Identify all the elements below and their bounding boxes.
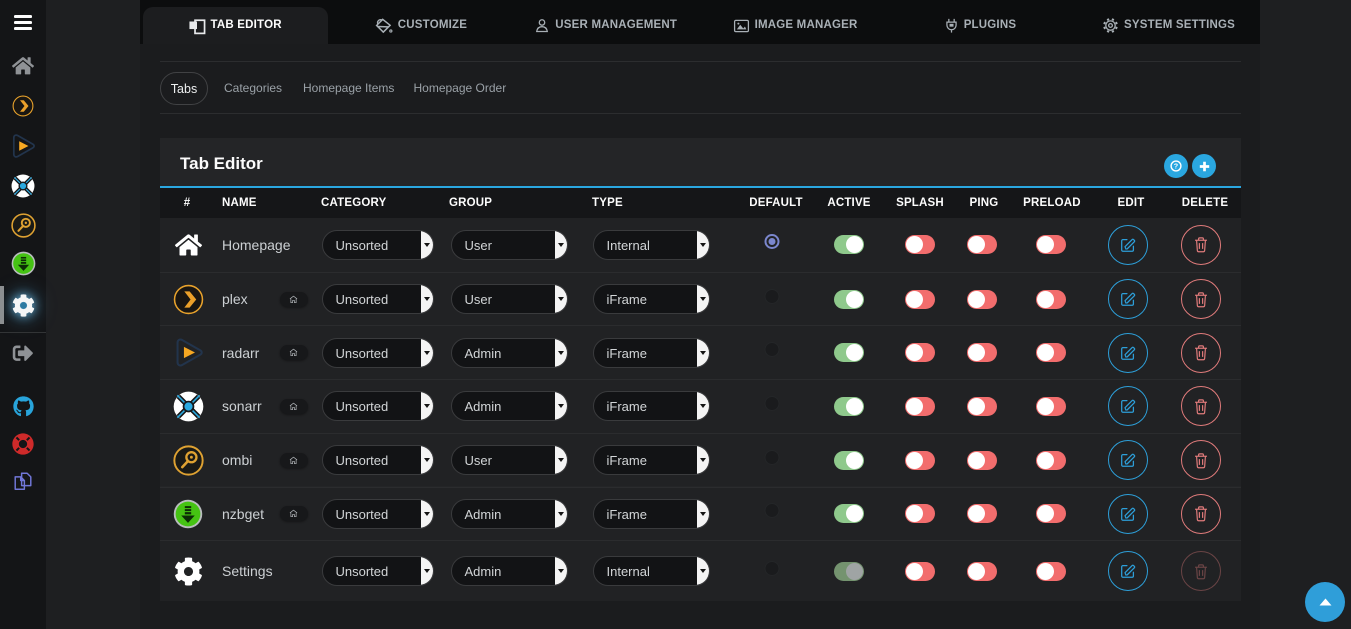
svg-text:?: ? [1174, 162, 1178, 171]
